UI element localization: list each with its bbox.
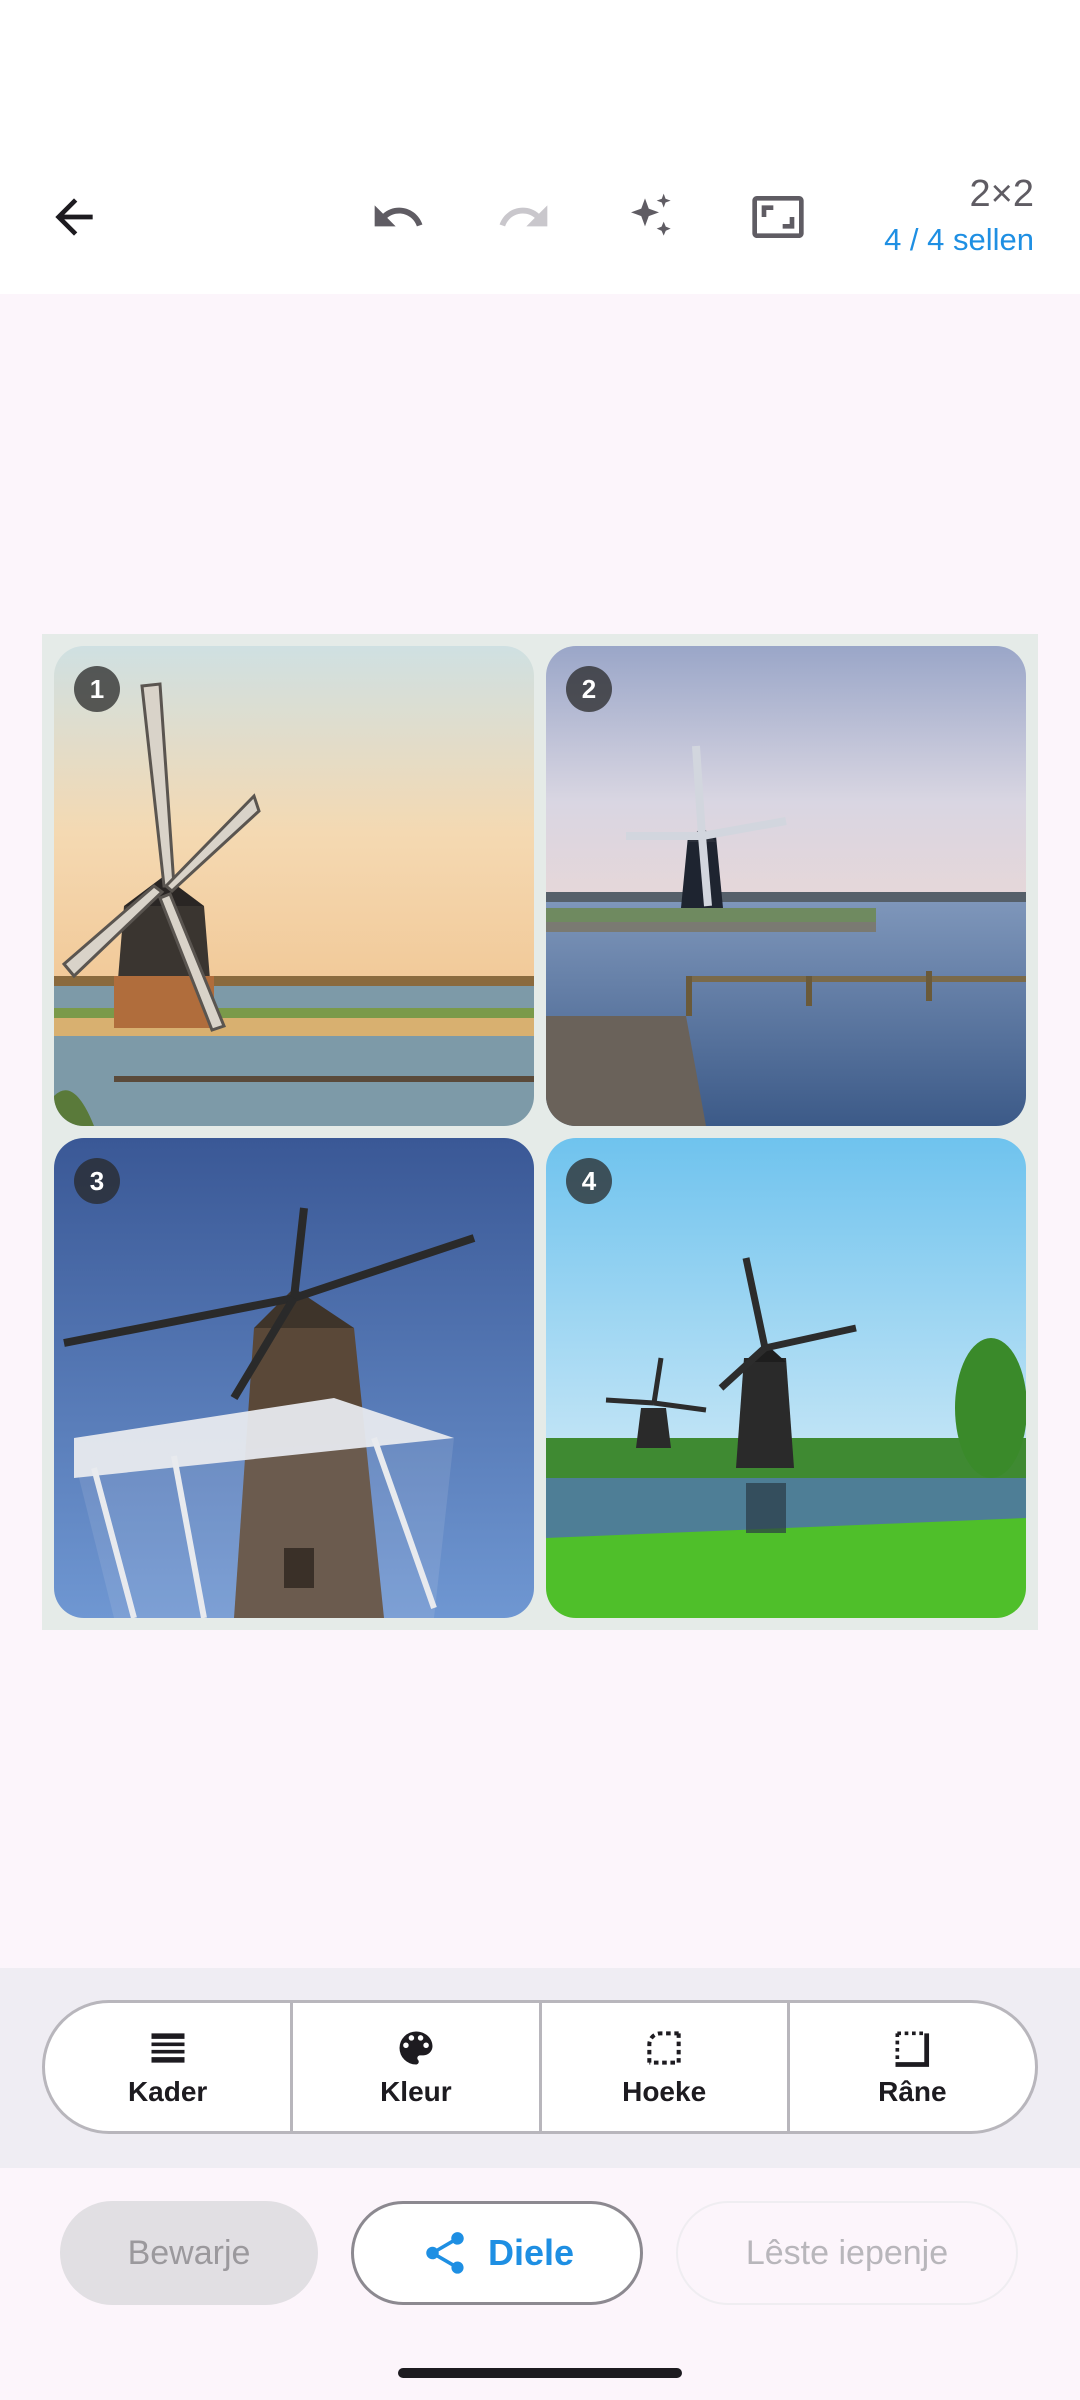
tile-number-badge: 4 [566, 1158, 612, 1204]
collage-tile-1[interactable]: 1 [54, 646, 534, 1126]
share-label: Diele [487, 2232, 575, 2273]
grid-size-label: 2×2 [969, 173, 1034, 215]
redo-button[interactable] [484, 177, 564, 257]
undo-button[interactable] [358, 177, 438, 257]
redo-icon [499, 205, 548, 227]
arrow-left-icon [55, 198, 93, 236]
magic-button[interactable] [612, 177, 692, 257]
home-indicator[interactable] [398, 2368, 682, 2378]
tool-kleur-button[interactable]: Kleur [293, 2003, 542, 2131]
tool-hoeke-label: Hoeke [622, 2076, 707, 2107]
corner-icon [647, 2031, 681, 2065]
collage-tile-3[interactable]: 3 [54, 1138, 534, 1618]
back-button[interactable] [34, 177, 114, 257]
aspect-ratio-icon [752, 196, 804, 238]
tool-kader-button[interactable]: Kader [45, 2003, 294, 2131]
last-open-button[interactable]: Lêste iepenje [676, 2201, 1018, 2305]
tool-kleur-label: Kleur [380, 2076, 452, 2107]
cell-count-label: 4 / 4 sellen [884, 222, 1034, 257]
windmill-photo-2 [546, 646, 1026, 1126]
sparkles-icon [631, 193, 671, 236]
collage-tile-2[interactable]: 2 [546, 646, 1026, 1126]
windmill-photo-4 [546, 1138, 1026, 1618]
border-icon [895, 2031, 930, 2067]
tool-rane-label: Râne [878, 2076, 947, 2107]
aspect-ratio-button[interactable] [738, 177, 818, 257]
save-button[interactable]: Bewarje [60, 2201, 318, 2305]
undo-icon [374, 205, 423, 227]
tools-segmented-control: Kader Kleur Hoeke Râne [42, 2000, 1038, 2134]
top-toolbar: 2×2 4 / 4 sellen [0, 140, 1080, 294]
collage-tile-4[interactable]: 4 [546, 1138, 1026, 1618]
palette-icon [399, 2031, 433, 2065]
tile-number-badge: 3 [74, 1158, 120, 1204]
bottom-actions: Bewarje Diele Lêste iepenje [0, 2168, 1080, 2400]
grid-info: 2×2 4 / 4 sellen [884, 172, 1034, 260]
layout-lines-icon [151, 2033, 185, 2063]
share-icon [426, 2232, 464, 2274]
tool-kader-label: Kader [127, 2076, 208, 2107]
share-button[interactable]: Diele [351, 2201, 643, 2305]
tile-number-badge: 2 [566, 666, 612, 712]
tile-number-badge: 1 [74, 666, 120, 712]
canvas-area: 1 2 3 4 [0, 294, 1080, 1968]
collage-grid: 1 2 3 4 [42, 634, 1038, 1630]
windmill-photo-3 [54, 1138, 534, 1618]
tool-hoeke-button[interactable]: Hoeke [542, 2003, 790, 2131]
status-bar-area [0, 0, 1080, 140]
windmill-photo-1 [54, 646, 534, 1126]
tools-bar: Kader Kleur Hoeke Râne [0, 1968, 1080, 2168]
tool-rane-button[interactable]: Râne [790, 2003, 1035, 2131]
